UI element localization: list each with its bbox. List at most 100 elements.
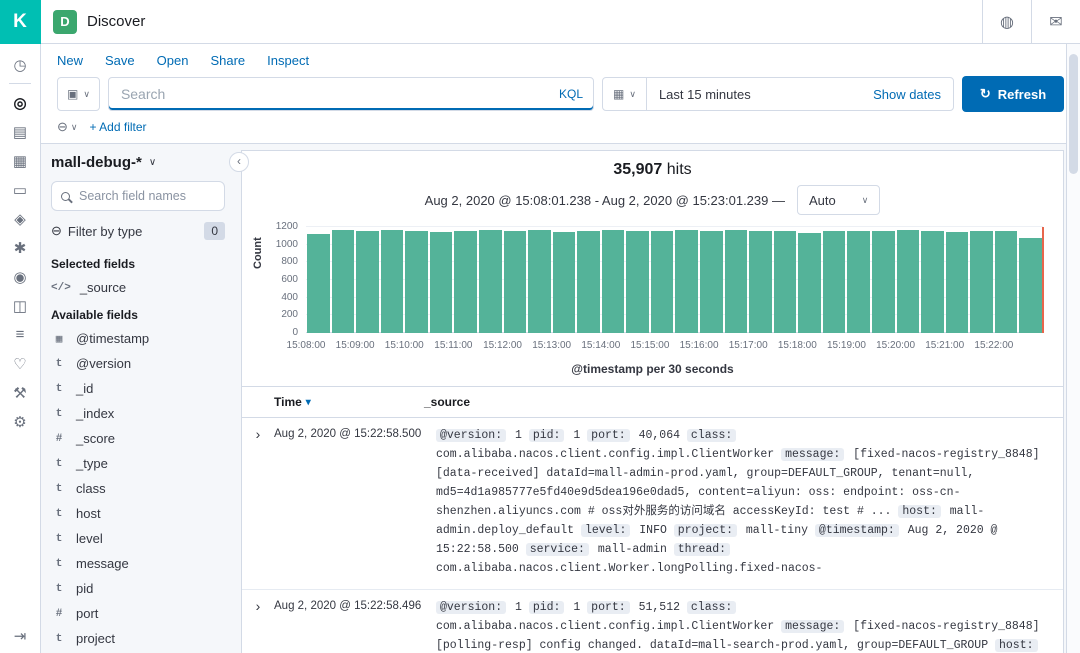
refresh-button[interactable]: ↻ Refresh: [962, 76, 1064, 112]
field-item-project[interactable]: tproject: [51, 626, 225, 651]
field-badge: pid:: [529, 601, 565, 614]
chevron-down-icon: ∨: [71, 122, 78, 133]
histogram-bar[interactable]: [725, 230, 748, 333]
menu-item-save[interactable]: Save: [105, 53, 135, 68]
filter-options-button[interactable]: ⊖ ∨: [57, 119, 78, 135]
field-type-t-icon: t: [51, 408, 67, 420]
field-type-t-icon: t: [51, 383, 67, 395]
field-item-host[interactable]: thost: [51, 501, 225, 526]
menu-item-share[interactable]: Share: [210, 53, 245, 68]
expand-row-button[interactable]: ›: [242, 427, 274, 579]
field-name: host: [76, 506, 101, 521]
histogram-bar[interactable]: [626, 231, 649, 333]
field-item-timestamp[interactable]: ▦@timestamp: [51, 326, 225, 351]
y-axis-tick-label: 200: [258, 309, 298, 320]
expand-row-button[interactable]: ›: [242, 599, 274, 653]
histogram-bar[interactable]: [651, 231, 674, 333]
histogram-bar[interactable]: [356, 231, 379, 333]
index-pattern-switcher[interactable]: mall-debug-* ∨: [51, 152, 225, 181]
recently-viewed-icon[interactable]: ◷: [5, 50, 35, 79]
discover-content: ‹ mall-debug-* ∨ ⊖ Filter by type 0 Sele…: [41, 143, 1080, 653]
histogram-bar[interactable]: [528, 230, 551, 333]
histogram-bar[interactable]: [675, 230, 698, 333]
search-input[interactable]: [119, 85, 551, 103]
field-item-source[interactable]: </>_source: [51, 275, 225, 300]
graph-icon[interactable]: ◉: [5, 262, 35, 291]
add-filter-button[interactable]: + Add filter: [90, 120, 147, 134]
histogram-bar[interactable]: [798, 233, 821, 333]
histogram-bar[interactable]: [700, 231, 723, 333]
histogram-bar[interactable]: [921, 231, 944, 333]
metrics-icon[interactable]: ◫: [5, 291, 35, 320]
column-header-time[interactable]: Time ▾: [242, 395, 424, 409]
field-item-score[interactable]: #_score: [51, 426, 225, 451]
scrollbar-thumb[interactable]: [1069, 54, 1078, 174]
histogram-bar[interactable]: [774, 231, 797, 333]
dev-tools-icon[interactable]: ⚒: [5, 378, 35, 407]
field-item-message[interactable]: tmessage: [51, 551, 225, 576]
histogram-bar[interactable]: [897, 230, 920, 333]
field-item-level[interactable]: tlevel: [51, 526, 225, 551]
histogram-bar[interactable]: [381, 230, 404, 333]
field-search-input[interactable]: [77, 188, 215, 204]
maps-icon[interactable]: ◈: [5, 204, 35, 233]
uptime-icon[interactable]: ♡: [5, 349, 35, 378]
histogram-bar[interactable]: [577, 231, 600, 333]
histogram-bar[interactable]: [749, 231, 772, 333]
show-dates-link[interactable]: Show dates: [861, 87, 953, 102]
collapse-fields-panel-button[interactable]: ‹: [229, 152, 249, 172]
kql-toggle[interactable]: KQL: [551, 87, 583, 101]
scrollbar[interactable]: [1066, 44, 1080, 653]
x-axis-tick-label: 15:10:00: [385, 340, 424, 351]
histogram-bar[interactable]: [405, 231, 428, 333]
histogram-bar[interactable]: [946, 232, 969, 333]
field-badge: @version:: [436, 601, 506, 614]
filter-by-type-button[interactable]: ⊖ Filter by type 0: [51, 211, 225, 249]
saved-query-button[interactable]: ▣ ∨: [57, 77, 100, 111]
logs-icon[interactable]: ≡: [5, 320, 35, 349]
menu-item-inspect[interactable]: Inspect: [267, 53, 309, 68]
histogram-bar[interactable]: [823, 231, 846, 333]
histogram-bar[interactable]: [504, 231, 527, 333]
interval-select[interactable]: Auto ∨: [797, 185, 880, 215]
header-icons: ◍✉: [982, 0, 1080, 44]
collapse-nav-icon[interactable]: ⇥: [14, 627, 27, 645]
histogram-bar[interactable]: [1019, 238, 1042, 333]
histogram-bar[interactable]: [847, 231, 870, 333]
filter-icon: ⊖: [57, 119, 68, 135]
fields-panel: mall-debug-* ∨ ⊖ Filter by type 0 Select…: [41, 144, 237, 653]
field-item-port[interactable]: #port: [51, 601, 225, 626]
dashboard-icon[interactable]: ▦: [5, 146, 35, 175]
field-item-version[interactable]: t@version: [51, 351, 225, 376]
field-item-class[interactable]: tclass: [51, 476, 225, 501]
time-range-value[interactable]: Last 15 minutes: [647, 87, 861, 102]
field-item-id[interactable]: t_id: [51, 376, 225, 401]
histogram-bar[interactable]: [602, 230, 625, 333]
kibana-app: K ◷◎▤▦▭◈✱◉◫≡♡⚒⚙ ⇥ D Discover ◍✉ NewSaveO…: [0, 0, 1080, 653]
field-item-pid[interactable]: tpid: [51, 576, 225, 601]
discover-icon[interactable]: ◎: [5, 88, 35, 117]
field-item-type[interactable]: t_type: [51, 451, 225, 476]
field-item-index[interactable]: t_index: [51, 401, 225, 426]
histogram-bar[interactable]: [995, 231, 1018, 333]
histogram-bar[interactable]: [454, 231, 477, 333]
canvas-icon[interactable]: ▭: [5, 175, 35, 204]
menu-item-new[interactable]: New: [57, 53, 83, 68]
histogram-bar[interactable]: [332, 230, 355, 333]
histogram-bar[interactable]: [430, 232, 453, 333]
histogram-bar[interactable]: [307, 234, 330, 333]
visualize-icon[interactable]: ▤: [5, 117, 35, 146]
field-badge: message:: [781, 620, 844, 633]
histogram-bar[interactable]: [479, 230, 502, 333]
machine-learning-icon[interactable]: ✱: [5, 233, 35, 262]
histogram-bar[interactable]: [553, 232, 576, 333]
mail-icon[interactable]: ✉: [1031, 0, 1080, 44]
histogram-bar[interactable]: [970, 231, 993, 333]
kibana-logo[interactable]: K: [0, 0, 41, 44]
space-avatar[interactable]: D: [53, 10, 77, 34]
stack-management-icon[interactable]: ⚙: [5, 407, 35, 436]
menu-item-open[interactable]: Open: [157, 53, 189, 68]
date-picker-calendar-button[interactable]: ▦ ∨: [603, 78, 647, 110]
histogram-bar[interactable]: [872, 231, 895, 333]
globe-icon[interactable]: ◍: [982, 0, 1031, 44]
